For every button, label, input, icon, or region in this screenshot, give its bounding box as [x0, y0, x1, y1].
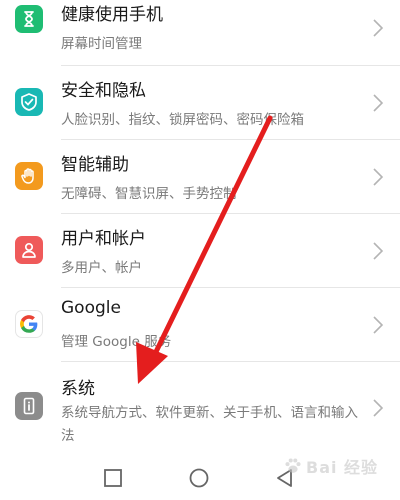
item-subtitle: 系统导航方式、软件更新、关于手机、语言和输入法	[61, 405, 358, 444]
item-subtitle: 屏幕时间管理	[61, 36, 142, 52]
item-title: 安全和隐私	[61, 81, 146, 101]
settings-item-security-privacy[interactable]: 安全和隐私 人脸识别、指纹、锁屏密码、密码保险箱	[0, 66, 400, 140]
chevron-right-icon	[373, 94, 384, 112]
settings-item-digital-balance[interactable]: 健康使用手机 屏幕时间管理	[0, 0, 400, 66]
shield-check-icon	[15, 88, 43, 116]
user-icon	[15, 236, 43, 264]
item-title: 系统	[61, 379, 95, 399]
recents-icon[interactable]	[102, 467, 124, 489]
settings-item-google[interactable]: Google 管理 Google 服务	[0, 288, 400, 362]
google-icon	[15, 310, 43, 338]
settings-item-smart-assistance[interactable]: 智能辅助 无障碍、智慧识屏、手势控制	[0, 140, 400, 214]
chevron-right-icon	[373, 399, 384, 417]
item-title: Google	[61, 298, 121, 318]
settings-item-system[interactable]: 系统 系统导航方式、软件更新、关于手机、语言和输入法	[0, 362, 400, 454]
watermark-text: Bai 经验	[306, 458, 379, 477]
item-subtitle: 管理 Google 服务	[61, 334, 172, 350]
settings-item-users-accounts[interactable]: 用户和帐户 多用户、帐户	[0, 214, 400, 288]
chevron-right-icon	[373, 316, 384, 334]
hourglass-icon	[15, 5, 43, 33]
item-subtitle: 人脸识别、指纹、锁屏密码、密码保险箱	[61, 112, 304, 128]
home-icon[interactable]	[188, 467, 210, 489]
item-subtitle: 多用户、帐户	[61, 260, 142, 276]
item-title: 智能辅助	[61, 155, 129, 175]
paw-logo-icon	[285, 458, 301, 473]
item-title: 健康使用手机	[61, 5, 163, 25]
phone-info-icon	[15, 392, 43, 420]
chevron-right-icon	[373, 242, 384, 260]
baidu-jingyan-watermark: Bai 经验	[282, 452, 378, 480]
chevron-right-icon	[373, 19, 384, 37]
chevron-right-icon	[373, 168, 384, 186]
settings-list: 健康使用手机 屏幕时间管理 安全和隐私 人脸识别、指纹、锁屏密码、密码保险箱 智…	[0, 0, 400, 454]
item-title: 用户和帐户	[61, 229, 146, 249]
hand-icon	[15, 162, 43, 190]
item-subtitle: 无障碍、智慧识屏、手势控制	[61, 186, 237, 202]
